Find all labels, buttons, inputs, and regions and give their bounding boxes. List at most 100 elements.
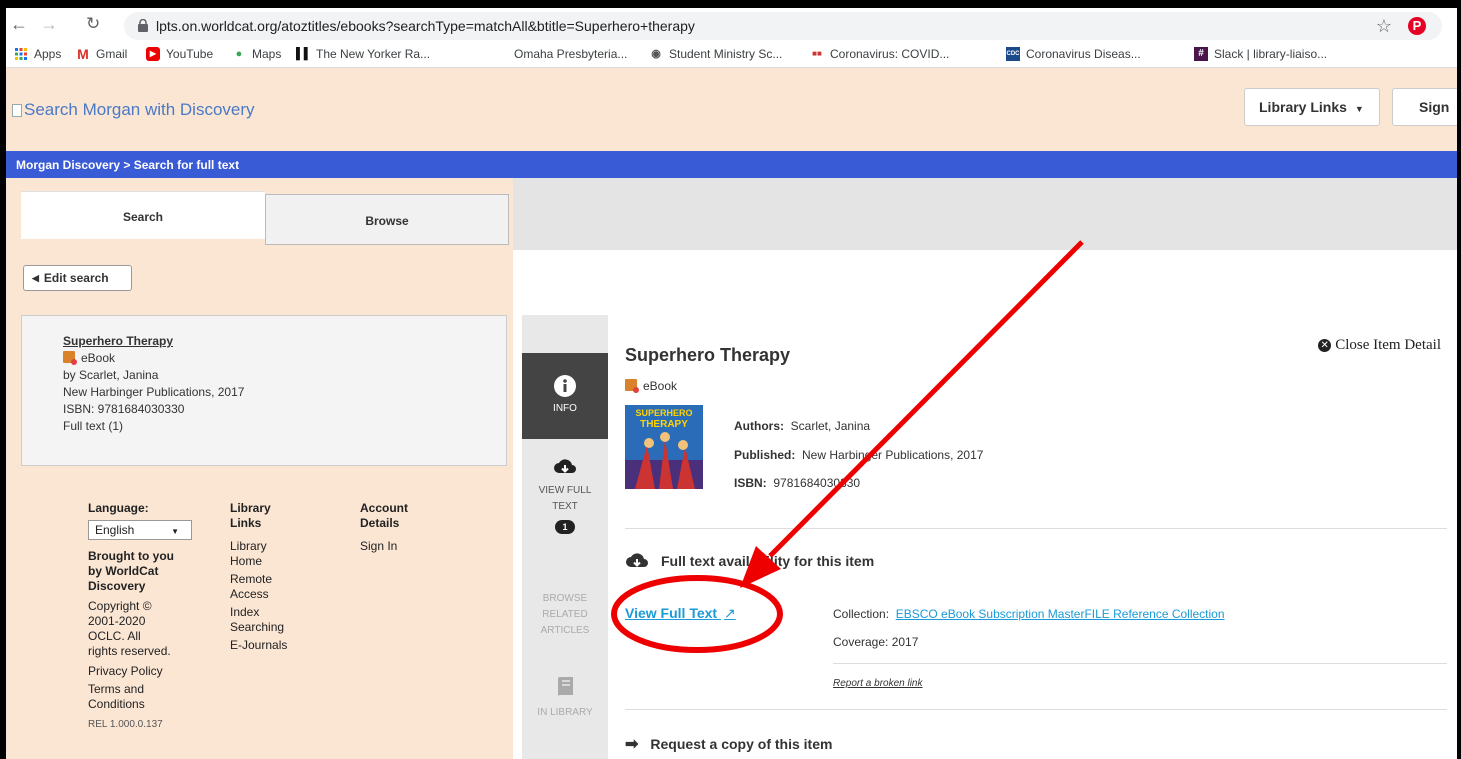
request-copy-heading[interactable]: ➡ Request a copy of this item [625,734,832,754]
footer-col-library-links: Library Links Library Home Remote Access… [230,501,330,653]
footer-col-language: Language: English Brought to you by Worl… [88,501,208,732]
bookmark-student-ministry[interactable]: ◉ Student Ministry Sc... [649,47,782,61]
bookmark-new-yorker[interactable]: ▌▌ The New Yorker Ra... [296,47,430,61]
bookmark-label: Omaha Presbyteria... [514,47,628,61]
item-authors: Authors: Scarlet, Janina [734,419,870,433]
close-item-detail-button[interactable]: ✕ Close Item Detail [1318,337,1441,354]
forward-arrow-icon[interactable]: → [40,15,58,33]
tab-browse[interactable]: Browse [265,194,509,245]
divider [625,709,1447,710]
section-title: Full text availability for this item [661,553,875,569]
copyright-line: OCLC. All [88,629,141,643]
tab-search[interactable]: Search [21,191,265,242]
remote-access-link[interactable]: Remote Access [230,572,330,602]
rail-label-line: BROWSE [542,593,588,604]
apps-grid-icon [15,48,27,60]
pinterest-icon[interactable]: P [1408,17,1426,35]
cloud-download-icon [554,459,576,473]
rail-label-line: TEXT [552,501,578,512]
bookmark-gmail[interactable]: M Gmail [76,47,127,61]
link-line: Remote [230,572,273,586]
terms-link[interactable]: Terms and Conditions [88,682,208,712]
language-select[interactable]: English [88,520,192,540]
reload-icon[interactable]: ↻ [86,15,100,33]
meta-label: Authors: [734,419,784,433]
tabs: Search Browse [6,178,1457,250]
privacy-policy-link[interactable]: Privacy Policy [88,664,208,679]
caret-left-icon: ◀ [32,272,39,283]
site-logo[interactable]: Search Morgan with Discovery [12,100,255,120]
back-arrow-icon[interactable]: ← [10,15,28,33]
copyright-line: Copyright © [88,599,152,613]
view-full-text-label: View Full Text [625,605,718,621]
bookmark-label: Maps [252,47,282,61]
bookmark-star-icon[interactable]: ☆ [1376,16,1392,37]
divider [833,663,1447,664]
bookmark-maps[interactable]: ● Maps [232,47,282,61]
view-full-text-link[interactable]: View Full Text ↗ [625,605,736,622]
index-searching-link[interactable]: Index Searching [230,605,330,635]
bookmark-label: Coronavirus Diseas... [1026,47,1141,61]
link-line: Access [230,587,269,601]
result-card[interactable]: Superhero Therapy eBook by Scarlet, Jani… [21,315,507,466]
collection-link[interactable]: EBSCO eBook Subscription MasterFILE Refe… [896,607,1225,621]
bookmark-label: Student Ministry Sc... [669,47,783,61]
bookmark-youtube[interactable]: ▶ YouTube [146,47,213,61]
library-home-link[interactable]: Library Home [230,539,330,569]
copyright-line: rights reserved. [88,644,171,658]
link-line: Index [230,605,260,619]
close-circle-icon: ✕ [1318,339,1332,352]
book-cover-image: SUPERHERO THERAPY [625,405,703,489]
ebook-icon [625,379,639,393]
item-published: Published: New Harbinger Publications, 2… [734,448,983,462]
cover-title-line: SUPERHERO [635,408,692,418]
rail-info-tab[interactable]: INFO [522,353,608,439]
bookmark-label: Gmail [96,47,128,61]
result-full-text: Full text (1) [63,419,124,433]
meta-label: Published: [734,448,796,462]
library-links-label: Library Links [1259,99,1347,115]
heading-line: Library [230,501,271,515]
bookmark-coronavirus-disease[interactable]: CDC Coronavirus Diseas... [1006,47,1141,61]
e-journals-link[interactable]: E-Journals [230,638,330,653]
address-bar[interactable]: lpts.on.worldcat.org/atoztitles/ebooks?s… [124,12,1442,40]
report-broken-link[interactable]: Report a broken link [833,678,923,689]
caret-down-icon: ▼ [1354,104,1364,114]
section-title: Request a copy of this item [650,736,833,752]
item-title: Superhero Therapy [625,345,791,365]
copyright-line: 2001-2020 [88,614,146,628]
cover-title-line: THERAPY [640,419,688,430]
bookmark-slack[interactable]: # Slack | library-liaiso... [1194,47,1327,61]
rail-in-library[interactable]: IN LIBRARY [522,675,608,721]
detail-nav-rail: INFO VIEW FULL TEXT 1 BROWSE RELATED ART… [522,315,608,759]
meta-value: New Harbinger Publications, 2017 [802,448,984,462]
footer-sign-in-link[interactable]: Sign In [360,539,460,554]
rail-label-line: IN LIBRARY [537,707,593,718]
library-links-button[interactable]: Library Links ▼ [1244,88,1380,126]
bookmark-coronavirus-covid[interactable]: ■■ Coronavirus: COVID... [810,47,949,61]
heading-line: Details [360,516,400,530]
cloud-download-icon [626,553,648,567]
sign-in-button[interactable]: Sign [1392,88,1457,126]
language-label: Language: [88,501,149,515]
bookmark-omaha[interactable]: Omaha Presbyteria... [514,47,627,61]
brought-line: Discovery [88,579,146,593]
cdc-icon: CDC [1006,47,1020,61]
rail-browse-related[interactable]: BROWSE RELATED ARTICLES [522,591,608,639]
brought-line: by WorldCat [88,564,159,578]
news-icon: ■■ [812,49,822,58]
bookmark-apps[interactable]: Apps [14,47,61,61]
rail-view-full-text[interactable]: VIEW FULL TEXT 1 [522,457,608,536]
edit-search-button[interactable]: ◀ Edit search [23,265,132,291]
breadcrumb[interactable]: Morgan Discovery > Search for full text [16,158,239,172]
globe-icon: ◉ [651,48,661,60]
heading-line: Account [360,501,408,515]
divider [625,528,1447,529]
slack-icon: # [1194,47,1208,61]
edit-search-label: Edit search [43,271,109,285]
bookmark-label: YouTube [166,47,214,61]
format-label: eBook [81,351,116,365]
sign-in-arrow-icon: ➡ [625,736,639,753]
ebook-icon [63,351,77,365]
result-title[interactable]: Superhero Therapy [63,333,506,350]
